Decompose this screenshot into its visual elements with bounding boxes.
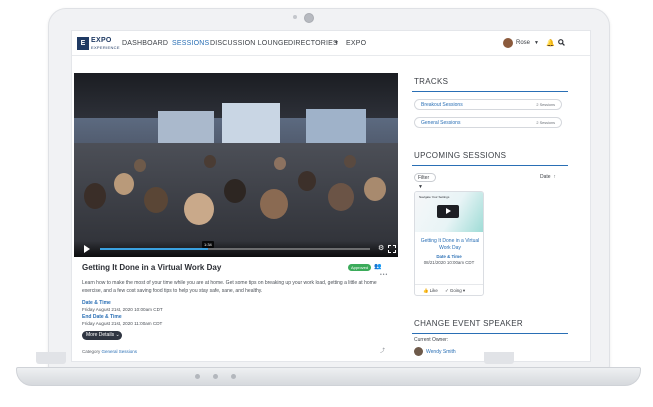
owner-name-link[interactable]: Wendy Smith [426, 349, 456, 355]
track-row-general[interactable]: General Sessions 2 Sessions [414, 117, 562, 128]
nav-directories[interactable]: DIRECTORIES [288, 40, 338, 47]
audience-head [144, 187, 168, 213]
filter-button[interactable]: Filter ▼ [414, 173, 436, 190]
expo-logo[interactable]: E EXPO EXPERIENCE [77, 37, 119, 51]
track-row-breakout[interactable]: Breakout Sessions 2 Sessions [414, 99, 562, 110]
date-sort-control[interactable]: Date ↑ [540, 174, 556, 180]
camera-sensor-dot [293, 15, 297, 19]
tracks-underline [412, 91, 568, 92]
app-screen: E EXPO EXPERIENCE DASHBOARD SESSIONS DIS… [71, 30, 591, 362]
nav-discussion-lounge[interactable]: DISCUSSION LOUNGE [210, 40, 288, 47]
audience-head [274, 157, 286, 170]
base-dot [195, 374, 200, 379]
category-line: Category General Sessions [82, 349, 137, 354]
card-actions: 👍 Like ✓ Going ▾ [415, 284, 483, 295]
directories-caret-icon[interactable]: ▼ [334, 40, 339, 46]
date-sort-label: Date [540, 174, 551, 180]
video-time-badge: 1:34 [202, 241, 214, 248]
video-progress-fill [100, 248, 208, 250]
attendees-icon[interactable]: 👥 [374, 263, 381, 270]
audience-head [224, 179, 246, 203]
base-dot [231, 374, 236, 379]
audience-head [344, 155, 356, 168]
status-badge: Approved [348, 264, 372, 271]
user-name[interactable]: Rose [516, 40, 530, 46]
card-date-value: 08/21/2020 10:00am CDT [423, 260, 475, 265]
card-date-label: Date & Time [436, 254, 462, 259]
owner-avatar [414, 347, 423, 356]
user-menu-caret-icon[interactable]: ▼ [534, 40, 539, 46]
play-icon[interactable] [84, 245, 90, 253]
upcoming-underline [412, 165, 568, 166]
logo-word: EXPO [91, 37, 112, 44]
audience-head [328, 183, 354, 211]
session-video-player[interactable]: 1:34 ⚙ [74, 73, 398, 257]
check-icon: ✓ [445, 288, 449, 293]
audience-head [298, 171, 316, 191]
top-nav: E EXPO EXPERIENCE DASHBOARD SESSIONS DIS… [72, 31, 590, 56]
upcoming-session-card[interactable]: Navigate Your Settings Getting It Done i… [414, 191, 484, 296]
gear-icon[interactable]: ⚙ [378, 245, 384, 252]
audience-head [134, 159, 146, 172]
video-progress-bar[interactable] [100, 248, 370, 250]
share-icon[interactable]: ⤴ [380, 347, 385, 354]
more-options-icon[interactable]: ••• [380, 272, 388, 278]
filter-label: Filter [418, 175, 430, 181]
audience-head [364, 177, 386, 201]
nav-sessions[interactable]: SESSIONS [172, 40, 209, 47]
going-dropdown[interactable]: ✓ Going ▾ [445, 288, 465, 294]
category-label: Category [82, 349, 101, 354]
video-audience [74, 143, 398, 257]
tracks-title: TRACKS [414, 77, 449, 86]
laptop-base [16, 367, 641, 386]
upcoming-sessions-title: UPCOMING SESSIONS [414, 151, 507, 160]
bell-icon[interactable]: 🔔 [546, 39, 555, 47]
filter-icon: ▼ [418, 184, 423, 190]
like-label: Like [429, 288, 438, 293]
chevron-down-icon: ▾ [462, 288, 466, 293]
speaker-underline [412, 333, 568, 334]
nav-expo[interactable]: EXPO [346, 40, 366, 47]
current-owner-label: Current Owner: [414, 337, 449, 343]
hinge-left [36, 352, 66, 364]
more-details-label: More Details [86, 332, 115, 338]
category-link[interactable]: General Sessions [102, 349, 138, 354]
fullscreen-icon[interactable] [388, 245, 396, 253]
track-count: 2 Sessions [536, 103, 555, 107]
like-button[interactable]: 👍 Like [423, 288, 438, 294]
going-label: Going [449, 288, 462, 293]
camera-lens [304, 13, 314, 23]
logo-subtitle: EXPERIENCE [91, 45, 120, 50]
track-name: General Sessions [421, 120, 461, 126]
audience-head [84, 183, 106, 209]
end-date-label: End Date & Time [82, 314, 122, 320]
nav-dashboard[interactable]: DASHBOARD [122, 40, 168, 47]
audience-head [114, 173, 134, 195]
audience-head [260, 189, 288, 219]
base-dot [213, 374, 218, 379]
play-icon[interactable] [437, 205, 459, 218]
track-count: 2 Sessions [536, 121, 555, 125]
user-avatar[interactable] [503, 38, 513, 48]
laptop-lid: E EXPO EXPERIENCE DASHBOARD SESSIONS DIS… [48, 8, 610, 370]
audience-head [204, 155, 216, 168]
start-date-label: Date & Time [82, 300, 111, 306]
audience-head [184, 193, 214, 225]
arrow-up-icon: ↑ [551, 174, 556, 180]
chevron-down-icon: ⌄ [115, 332, 120, 338]
thumbs-up-icon: 👍 [423, 288, 429, 293]
session-description: Learn how to make the most of your time … [82, 280, 377, 294]
change-speaker-title: CHANGE EVENT SPEAKER [414, 319, 523, 328]
session-title: Getting It Done in a Virtual Work Day [82, 263, 222, 272]
hinge-right [484, 352, 514, 364]
start-date-value: Friday August 21st, 2020 10:00am CDT [82, 307, 163, 312]
thumb-caption: Navigate Your Settings [419, 195, 450, 199]
track-name: Breakout Sessions [421, 102, 463, 108]
card-thumbnail[interactable]: Navigate Your Settings [415, 192, 483, 232]
card-session-title[interactable]: Getting It Done in a Virtual Work Day [419, 238, 481, 251]
search-icon[interactable] [558, 39, 565, 46]
end-date-value: Friday August 21st, 2020 11:00am CDT [82, 321, 163, 326]
more-details-button[interactable]: More Details ⌄ [82, 331, 122, 340]
logo-mark: E [77, 37, 89, 50]
